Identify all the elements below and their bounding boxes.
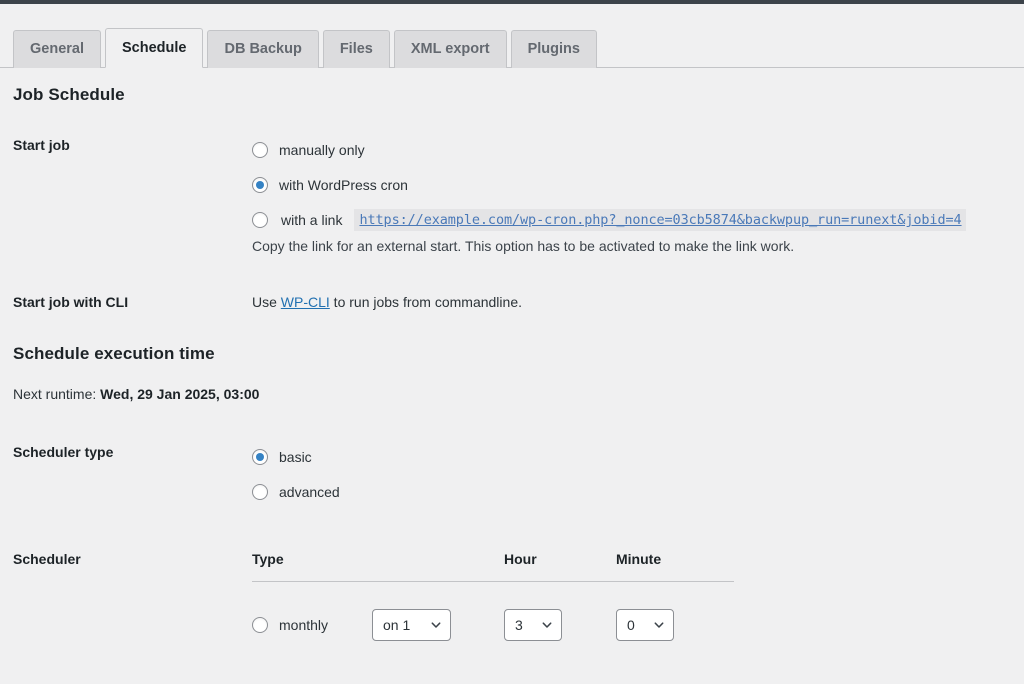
- start-job-option-link[interactable]: with a link https://example.com/wp-cron.…: [252, 207, 1024, 233]
- scheduler-monthly-option[interactable]: monthly: [252, 617, 372, 633]
- tab-db-backup-label: DB Backup: [224, 41, 302, 58]
- hour-select-value: 3: [515, 617, 523, 633]
- column-header-hour: Hour: [504, 551, 537, 567]
- start-job-cli-row: Start job with CLI Use WP-CLI to run job…: [0, 294, 1024, 310]
- tab-xml-export[interactable]: XML export: [393, 30, 507, 68]
- column-header-type: Type: [252, 551, 284, 567]
- wp-cli-link[interactable]: WP-CLI: [281, 294, 330, 310]
- radio-monthly[interactable]: [252, 617, 268, 633]
- start-job-cli-text: Use WP-CLI to run jobs from commandline.: [252, 294, 1024, 310]
- radio-manually-only[interactable]: [252, 142, 268, 158]
- admin-bar-strip: [0, 0, 1024, 4]
- next-runtime: Next runtime: Wed, 29 Jan 2025, 03:00: [0, 386, 1024, 402]
- scheduler-type-option-advanced[interactable]: advanced: [252, 479, 1024, 505]
- radio-advanced[interactable]: [252, 484, 268, 500]
- start-job-options: manually only with WordPress cron with a…: [252, 137, 1024, 254]
- tab-db-backup[interactable]: DB Backup: [207, 30, 319, 68]
- start-job-option-manual[interactable]: manually only: [252, 137, 1024, 163]
- scheduler-type-row: Scheduler type basic advanced: [0, 444, 1024, 505]
- scheduler-minute-cell: 0: [616, 609, 734, 641]
- start-job-row: Start job manually only with WordPress c…: [0, 137, 1024, 254]
- tab-schedule-label: Schedule: [122, 39, 187, 56]
- radio-with-a-link-label: with a link: [281, 212, 343, 228]
- radio-with-wordpress-cron[interactable]: [252, 177, 268, 193]
- radio-basic[interactable]: [252, 449, 268, 465]
- cli-text-after: to run jobs from commandline.: [329, 294, 522, 310]
- radio-monthly-label: monthly: [279, 617, 329, 633]
- start-job-label: Start job: [13, 137, 70, 153]
- scheduler-hour-cell: 3: [504, 609, 616, 641]
- tab-plugins-label: Plugins: [527, 41, 580, 58]
- radio-manually-only-label: manually only: [279, 142, 365, 158]
- tab-general[interactable]: General: [13, 30, 101, 68]
- tab-xml-export-label: XML export: [410, 41, 490, 58]
- monthly-day-select[interactable]: on 1: [372, 609, 451, 641]
- scheduler-label: Scheduler: [13, 551, 81, 567]
- minute-select[interactable]: 0: [616, 609, 674, 641]
- scheduler-type-label: Scheduler type: [13, 444, 114, 460]
- table-row: monthly on 1 3 0: [252, 582, 734, 641]
- hour-select[interactable]: 3: [504, 609, 562, 641]
- start-job-option-cron[interactable]: with WordPress cron: [252, 172, 1024, 198]
- tab-plugins[interactable]: Plugins: [510, 30, 597, 68]
- minute-select-value: 0: [627, 617, 635, 633]
- tab-schedule[interactable]: Schedule: [105, 28, 204, 68]
- chevron-down-icon: [430, 619, 442, 631]
- scheduler-type-option-basic[interactable]: basic: [252, 444, 1024, 470]
- scheduler-type-options: basic advanced: [252, 444, 1024, 505]
- tab-files-label: Files: [339, 41, 373, 58]
- schedule-execution-heading: Schedule execution time: [13, 344, 215, 363]
- radio-basic-label: basic: [279, 449, 312, 465]
- next-runtime-label: Next runtime:: [13, 386, 101, 402]
- tab-files[interactable]: Files: [322, 30, 390, 68]
- monthly-day-select-value: on 1: [383, 617, 411, 633]
- start-job-link-hint: Copy the link for an external start. Thi…: [252, 238, 795, 254]
- scheduler-table-header: Type Hour Minute: [252, 551, 734, 582]
- chevron-down-icon: [541, 619, 553, 631]
- column-header-minute: Minute: [616, 551, 662, 567]
- start-job-cli-label: Start job with CLI: [13, 294, 129, 310]
- tab-general-label: General: [30, 41, 84, 58]
- tab-list: General Schedule DB Backup Files XML exp…: [13, 27, 597, 68]
- job-schedule-heading: Job Schedule: [13, 85, 125, 104]
- chevron-down-icon: [653, 619, 665, 631]
- scheduler-table-wrap: Type Hour Minute monthly on 1 3 0: [252, 551, 1024, 641]
- page-root: General Schedule DB Backup Files XML exp…: [0, 0, 1024, 684]
- settings-content: Job Schedule Start job manually only wit…: [0, 68, 1024, 641]
- cron-url-link[interactable]: https://example.com/wp-cron.php?_nonce=0…: [354, 209, 966, 231]
- cli-text-before: Use: [252, 294, 281, 310]
- radio-with-a-link[interactable]: [252, 212, 268, 228]
- next-runtime-value: Wed, 29 Jan 2025, 03:00: [100, 386, 260, 402]
- tab-bar: General Schedule DB Backup Files XML exp…: [0, 27, 1024, 68]
- scheduler-table: Type Hour Minute monthly on 1 3 0: [252, 551, 734, 641]
- scheduler-row: Scheduler Type Hour Minute monthly on 1 …: [0, 551, 1024, 641]
- radio-advanced-label: advanced: [279, 484, 340, 500]
- radio-with-wordpress-cron-label: with WordPress cron: [279, 177, 408, 193]
- scheduler-type-cell: monthly on 1: [252, 609, 504, 641]
